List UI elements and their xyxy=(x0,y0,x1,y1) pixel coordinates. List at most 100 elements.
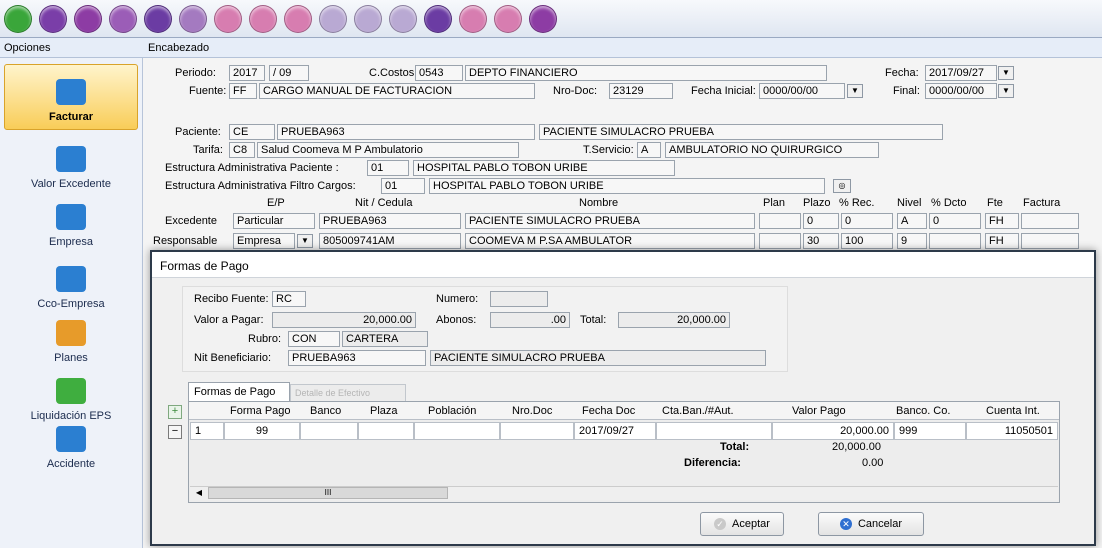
tab-formas-de-pago[interactable]: Formas de Pago xyxy=(188,382,290,402)
responsable-plazo-field[interactable]: 30 xyxy=(803,233,839,249)
sidebar-item-planes[interactable]: Planes xyxy=(4,304,138,370)
responsable-ep-field[interactable]: Empresa xyxy=(233,233,295,249)
dialog-title: Formas de Pago xyxy=(160,259,249,273)
total-field: 20,000.00 xyxy=(618,312,730,328)
excedente-nombre-field: PACIENTE SIMULACRO PRUEBA xyxy=(465,213,755,229)
cancel-icon[interactable] xyxy=(109,5,137,33)
col-factura: Factura xyxy=(1023,197,1061,209)
lookup-icon[interactable]: ◎ xyxy=(833,179,851,193)
remove-row-icon[interactable]: − xyxy=(168,425,182,439)
final-field[interactable]: 0000/00/00 xyxy=(925,83,997,99)
excedente-plazo-field[interactable]: 0 xyxy=(803,213,839,229)
rubro-code-field[interactable]: CON xyxy=(288,331,340,347)
excedente-ep-field[interactable]: Particular xyxy=(233,213,315,229)
col-banco: Banco xyxy=(310,405,342,417)
responsable-rec-field[interactable]: 100 xyxy=(841,233,893,249)
ccostos-code-field[interactable]: 0543 xyxy=(415,65,463,81)
excedente-fte-field[interactable]: FH xyxy=(985,213,1019,229)
sidebar-item-valor-excedente[interactable]: Valor Excedente xyxy=(4,130,138,196)
tservicio-code-field[interactable]: A xyxy=(637,142,661,158)
tab-detalle-efectivo[interactable]: Detalle de Efectivo xyxy=(290,384,406,402)
excedente-nivel-field[interactable]: A xyxy=(897,213,927,229)
scroll-left-icon[interactable]: ◀ xyxy=(192,488,206,498)
rubro-name-field: CARTERA xyxy=(342,331,428,347)
cell-banco-co[interactable]: 999 xyxy=(894,422,966,440)
responsable-plan-field[interactable] xyxy=(759,233,801,249)
excedente-label: Excedente xyxy=(165,215,217,227)
prev-icon[interactable] xyxy=(494,5,522,33)
fecha-inicial-dropdown-icon[interactable]: ▼ xyxy=(847,84,863,98)
aceptar-button[interactable]: ✓ Aceptar xyxy=(700,512,784,536)
fecha-dropdown-icon[interactable]: ▼ xyxy=(998,66,1014,80)
sidebar-item-facturar[interactable]: Facturar xyxy=(4,64,138,130)
responsable-ep-dropdown-icon[interactable]: ▼ xyxy=(297,234,313,248)
cell-cta-ban[interactable] xyxy=(656,422,772,440)
nrodoc-field[interactable]: 23129 xyxy=(609,83,673,99)
periodo-label: Periodo: xyxy=(175,67,216,79)
excedente-factura-field[interactable] xyxy=(1021,213,1079,229)
add-row-icon[interactable]: + xyxy=(168,405,182,419)
calculator-icon xyxy=(56,146,86,172)
sidebar-item-accidente[interactable]: Accidente xyxy=(4,410,138,476)
numero-field[interactable] xyxy=(490,291,548,307)
row-number: 1 xyxy=(190,422,224,440)
cell-banco[interactable] xyxy=(300,422,358,440)
responsable-fte-field[interactable]: FH xyxy=(985,233,1019,249)
save-icon[interactable] xyxy=(74,5,102,33)
responsable-dcto-field[interactable] xyxy=(929,233,981,249)
scroll-thumb[interactable]: III xyxy=(208,487,448,499)
edit-icon[interactable] xyxy=(319,5,347,33)
add-icon[interactable] xyxy=(424,5,452,33)
fecha-field[interactable]: 2017/09/27 xyxy=(925,65,997,81)
recibo-fuente-field[interactable]: RC xyxy=(272,291,306,307)
excedente-dcto-field[interactable]: 0 xyxy=(929,213,981,229)
cell-fecha-doc[interactable]: 2017/09/27 xyxy=(574,422,656,440)
sidebar-item-empresa-label: Empresa xyxy=(48,236,94,248)
cell-forma-pago[interactable]: 99 xyxy=(224,422,300,440)
estructura-filtro-code-field[interactable]: 01 xyxy=(381,178,425,194)
paciente-type-field[interactable]: CE xyxy=(229,124,275,140)
excedente-rec-field[interactable]: 0 xyxy=(841,213,893,229)
first-icon[interactable] xyxy=(459,5,487,33)
print-preview-icon[interactable] xyxy=(284,5,312,33)
estructura-paciente-code-field[interactable]: 01 xyxy=(367,160,409,176)
final-dropdown-icon[interactable]: ▼ xyxy=(998,84,1014,98)
nit-beneficiario-field[interactable]: PRUEBA963 xyxy=(288,350,426,366)
final-label: Final: xyxy=(893,85,920,97)
cell-cuenta-int[interactable]: 11050501 xyxy=(966,422,1058,440)
tarifa-code-field[interactable]: C8 xyxy=(229,142,255,158)
cell-nro-doc[interactable] xyxy=(500,422,574,440)
fuente-code-field[interactable]: FF xyxy=(229,83,257,99)
cell-valor-pago[interactable]: 20,000.00 xyxy=(772,422,894,440)
view-icon[interactable] xyxy=(214,5,242,33)
periodo-month-field[interactable]: / 09 xyxy=(269,65,309,81)
toolbar xyxy=(0,0,1102,38)
paciente-id-field[interactable]: PRUEBA963 xyxy=(277,124,535,140)
cell-plaza[interactable] xyxy=(358,422,414,440)
responsable-factura-field[interactable] xyxy=(1021,233,1079,249)
estructura-filtro-name-field: HOSPITAL PABLO TOBON URIBE xyxy=(429,178,825,194)
delete-icon[interactable] xyxy=(39,5,67,33)
list-icon[interactable] xyxy=(354,5,382,33)
responsable-nivel-field[interactable]: 9 xyxy=(897,233,927,249)
print-icon[interactable] xyxy=(249,5,277,33)
excedente-plan-field[interactable] xyxy=(759,213,801,229)
cancelar-button[interactable]: ✕ Cancelar xyxy=(818,512,924,536)
excedente-nit-field[interactable]: PRUEBA963 xyxy=(319,213,461,229)
sidebar-item-accidente-label: Accidente xyxy=(46,458,96,470)
periodo-month-value: 09 xyxy=(279,67,292,79)
responsable-nit-field[interactable]: 805009741AM xyxy=(319,233,461,249)
search-icon[interactable] xyxy=(144,5,172,33)
tab-formas-de-pago-label: Formas de Pago xyxy=(194,386,276,398)
periodo-year-field[interactable]: 2017 xyxy=(229,65,265,81)
nrodoc-label: Nro-Doc: xyxy=(553,85,598,97)
cell-poblacion[interactable] xyxy=(414,422,500,440)
fecha-inicial-field[interactable]: 0000/00/00 xyxy=(759,83,845,99)
exit-icon[interactable] xyxy=(529,5,557,33)
globe-icon[interactable] xyxy=(389,5,417,33)
fuente-label: Fuente: xyxy=(189,85,227,97)
refresh-icon[interactable] xyxy=(179,5,207,33)
sidebar-item-empresa[interactable]: Empresa xyxy=(4,188,138,254)
plans-icon xyxy=(56,320,86,346)
enter-icon[interactable] xyxy=(4,5,32,33)
